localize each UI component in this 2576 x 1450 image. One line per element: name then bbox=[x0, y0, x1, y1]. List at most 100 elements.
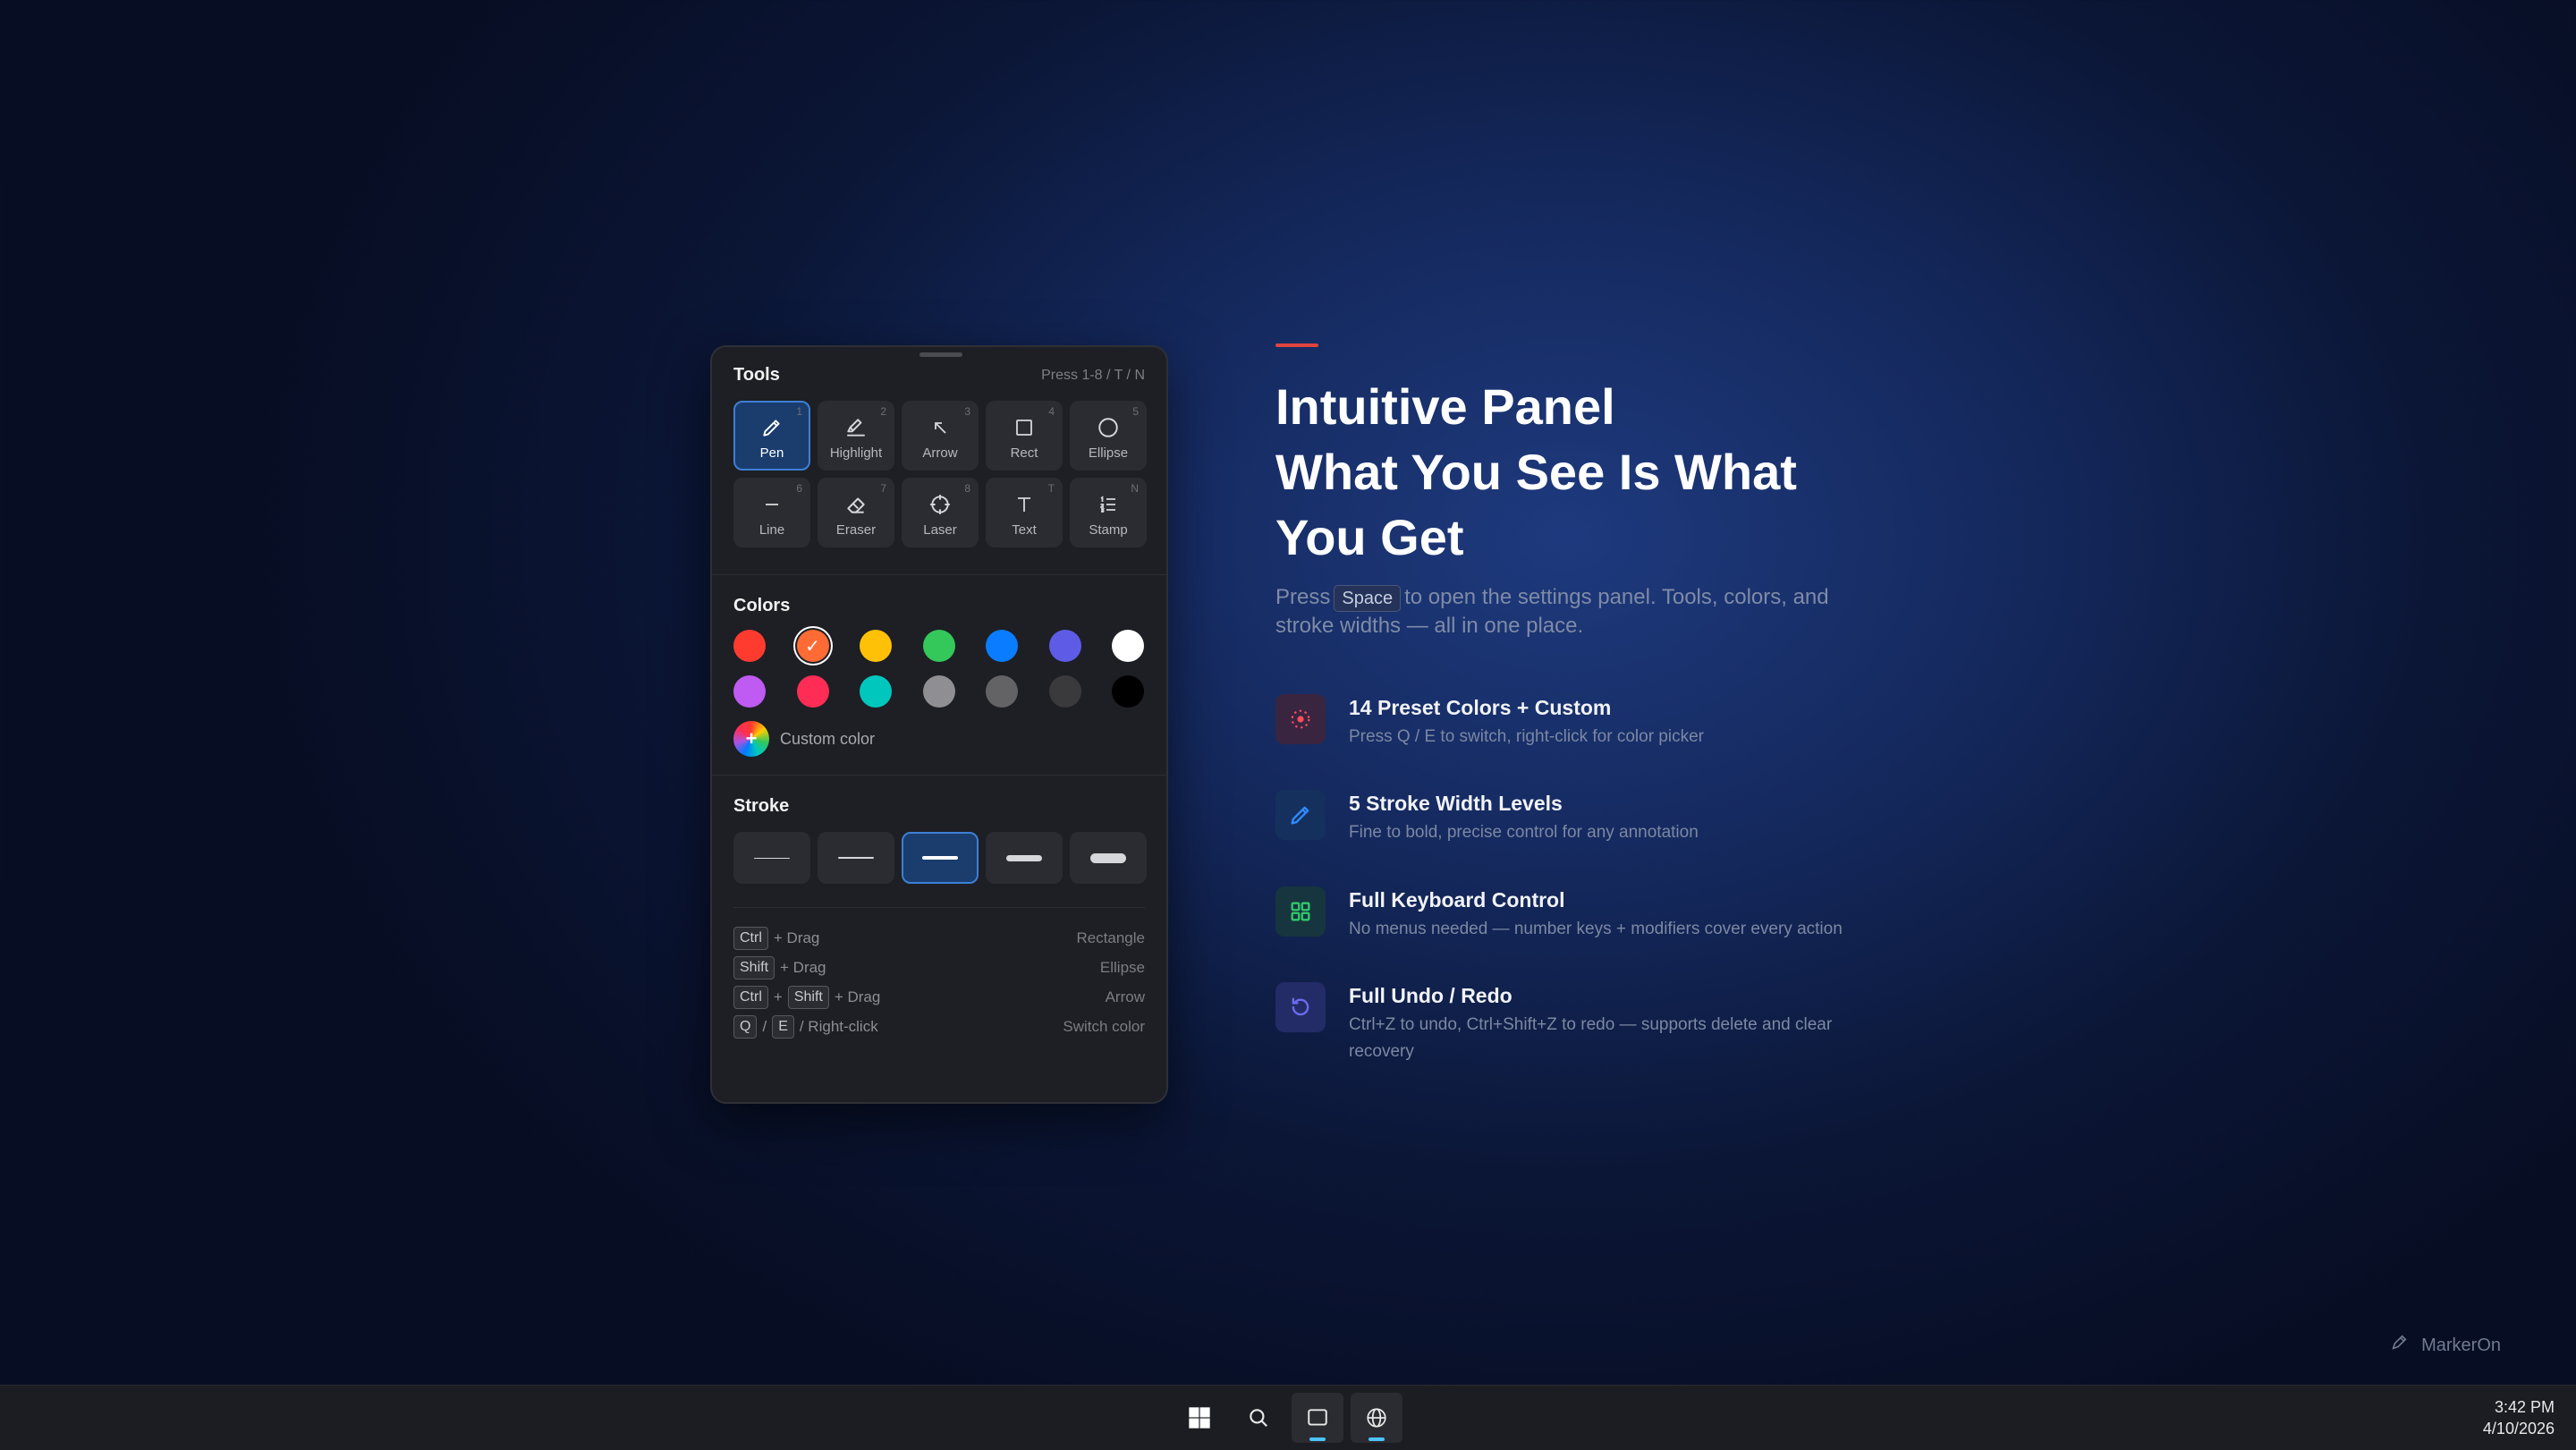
shortcut-suffix: + Drag bbox=[780, 958, 826, 976]
system-clock[interactable]: 3:42 PM 4/10/2026 bbox=[2483, 1396, 2555, 1439]
tool-label: Stamp bbox=[1089, 522, 1128, 538]
tool-laser[interactable]: 8 Laser bbox=[902, 478, 979, 547]
ellipse-icon bbox=[1096, 415, 1121, 440]
shortcut-row: Ctrl + Drag Rectangle bbox=[733, 923, 1145, 953]
color-swatch[interactable] bbox=[1048, 630, 1081, 662]
tool-rect[interactable]: 4 Rect bbox=[986, 401, 1063, 471]
tool-key: 3 bbox=[964, 405, 970, 418]
shortcut-row: Ctrl + Shift + Drag Arrow bbox=[733, 982, 1145, 1012]
key-cap: Shift bbox=[733, 955, 775, 979]
marker-icon bbox=[2389, 1333, 2409, 1358]
stroke-title: Stroke bbox=[733, 796, 790, 816]
color-swatch[interactable] bbox=[860, 630, 892, 662]
shortcut-keys: Ctrl + Shift + Drag bbox=[733, 985, 881, 1009]
taskbar: 3:42 PM 4/10/2026 bbox=[0, 1385, 2576, 1450]
color-swatch[interactable]: ✓ bbox=[796, 630, 829, 662]
settings-panel: Tools Press 1-8 / T / N 1 Pen 2 Highligh… bbox=[710, 345, 1168, 1104]
brand: MarkerOn bbox=[2389, 1333, 2501, 1358]
laser-icon bbox=[928, 492, 953, 517]
stroke-option[interactable] bbox=[902, 832, 979, 884]
accent-bar bbox=[1275, 343, 1318, 347]
palette-icon bbox=[1275, 694, 1326, 744]
tool-key: N bbox=[1131, 482, 1139, 495]
tools-title: Tools bbox=[733, 365, 780, 385]
color-swatch[interactable] bbox=[860, 675, 892, 708]
stroke-option[interactable] bbox=[733, 832, 810, 884]
window-icon[interactable] bbox=[1292, 1393, 1343, 1443]
stamp-icon bbox=[1096, 492, 1121, 517]
tool-pen[interactable]: 1 Pen bbox=[733, 401, 810, 471]
tool-label: Ellipse bbox=[1088, 445, 1129, 461]
feature-desc: Fine to bold, precise control for any an… bbox=[1349, 823, 1699, 842]
tool-label: Laser bbox=[923, 522, 957, 538]
windows-start-icon[interactable] bbox=[1174, 1393, 1225, 1443]
tool-key: 5 bbox=[1132, 405, 1139, 418]
tool-text[interactable]: T Text bbox=[986, 478, 1063, 547]
pen-icon bbox=[759, 415, 784, 440]
shortcut-row: Shift + Drag Ellipse bbox=[733, 953, 1145, 982]
feature-desc: Press Q / E to switch, right-click for c… bbox=[1349, 727, 1704, 746]
color-wheel-icon bbox=[733, 721, 769, 757]
divider bbox=[733, 907, 1145, 908]
color-swatch[interactable] bbox=[922, 630, 955, 662]
shortcut-action: Rectangle bbox=[1076, 929, 1145, 946]
headline-line: What You See Is What bbox=[1275, 444, 1797, 500]
shortcut-suffix: + Drag bbox=[773, 929, 820, 946]
key-cap: Shift bbox=[787, 985, 829, 1009]
key-cap: E bbox=[772, 1014, 794, 1039]
headline-line: Intuitive Panel bbox=[1275, 378, 1615, 435]
brand-name: MarkerOn bbox=[2421, 1335, 2501, 1355]
shortcut-keys: Q / E / Right-click bbox=[733, 1014, 878, 1039]
color-swatch[interactable] bbox=[796, 675, 829, 708]
tool-ellipse[interactable]: 5 Ellipse bbox=[1070, 401, 1147, 471]
drag-handle[interactable] bbox=[919, 352, 962, 357]
shortcut-keys: Shift + Drag bbox=[733, 955, 826, 979]
tool-line[interactable]: 6 Line bbox=[733, 478, 810, 547]
checkmark-icon: ✓ bbox=[805, 636, 820, 657]
stroke-preview bbox=[922, 856, 958, 860]
tool-label: Text bbox=[1012, 522, 1037, 538]
color-swatches: ✓ bbox=[733, 630, 1144, 708]
tool-arrow[interactable]: 3 Arrow bbox=[902, 401, 979, 471]
stroke-preview bbox=[1090, 852, 1126, 863]
tool-key: 1 bbox=[796, 405, 802, 418]
tool-eraser[interactable]: 7 Eraser bbox=[818, 478, 894, 547]
color-swatch[interactable] bbox=[986, 675, 1018, 708]
tool-label: Rect bbox=[1010, 445, 1038, 461]
color-swatch[interactable] bbox=[986, 630, 1018, 662]
tool-label: Arrow bbox=[922, 445, 958, 461]
text-icon bbox=[1012, 492, 1037, 517]
color-swatch[interactable] bbox=[733, 675, 766, 708]
tool-highlight[interactable]: 2 Highlight bbox=[818, 401, 894, 471]
feature-title: Full Undo / Redo bbox=[1349, 984, 1513, 1007]
color-swatch[interactable] bbox=[733, 630, 766, 662]
globe-icon[interactable] bbox=[1351, 1393, 1402, 1443]
pencil-icon bbox=[1275, 790, 1326, 840]
feature-desc: No menus needed — number keys + modifier… bbox=[1349, 920, 1843, 938]
line-icon bbox=[759, 492, 784, 517]
headline-line: You Get bbox=[1275, 509, 1464, 565]
feature-stroke: 5 Stroke Width Levels Fine to bold, prec… bbox=[1275, 790, 1885, 846]
stroke-option[interactable] bbox=[818, 832, 894, 884]
stroke-option[interactable] bbox=[1070, 832, 1147, 884]
divider bbox=[712, 574, 1166, 575]
key-cap: Q bbox=[733, 1014, 758, 1039]
search-icon[interactable] bbox=[1233, 1393, 1284, 1443]
color-swatch[interactable] bbox=[922, 675, 955, 708]
color-swatch[interactable] bbox=[1112, 675, 1144, 708]
lead-text: Press Space to open the settings panel. To… bbox=[1275, 583, 1848, 640]
tool-key: 7 bbox=[880, 482, 886, 495]
tool-label: Pen bbox=[759, 445, 784, 461]
stroke-option[interactable] bbox=[986, 832, 1063, 884]
tool-stamp[interactable]: N Stamp bbox=[1070, 478, 1147, 547]
feature-title: Full Keyboard Control bbox=[1349, 888, 1565, 912]
shortcut-keys: Ctrl + Drag bbox=[733, 926, 820, 950]
color-swatch[interactable] bbox=[1112, 630, 1144, 662]
tool-key: 4 bbox=[1048, 405, 1055, 418]
tool-label: Line bbox=[758, 522, 785, 538]
color-swatch[interactable] bbox=[1048, 675, 1081, 708]
shortcut-suffix: + Drag bbox=[834, 988, 881, 1005]
stroke-width-options bbox=[733, 832, 1147, 884]
active-indicator bbox=[1368, 1437, 1385, 1441]
custom-color-button[interactable]: Custom color bbox=[733, 721, 875, 757]
